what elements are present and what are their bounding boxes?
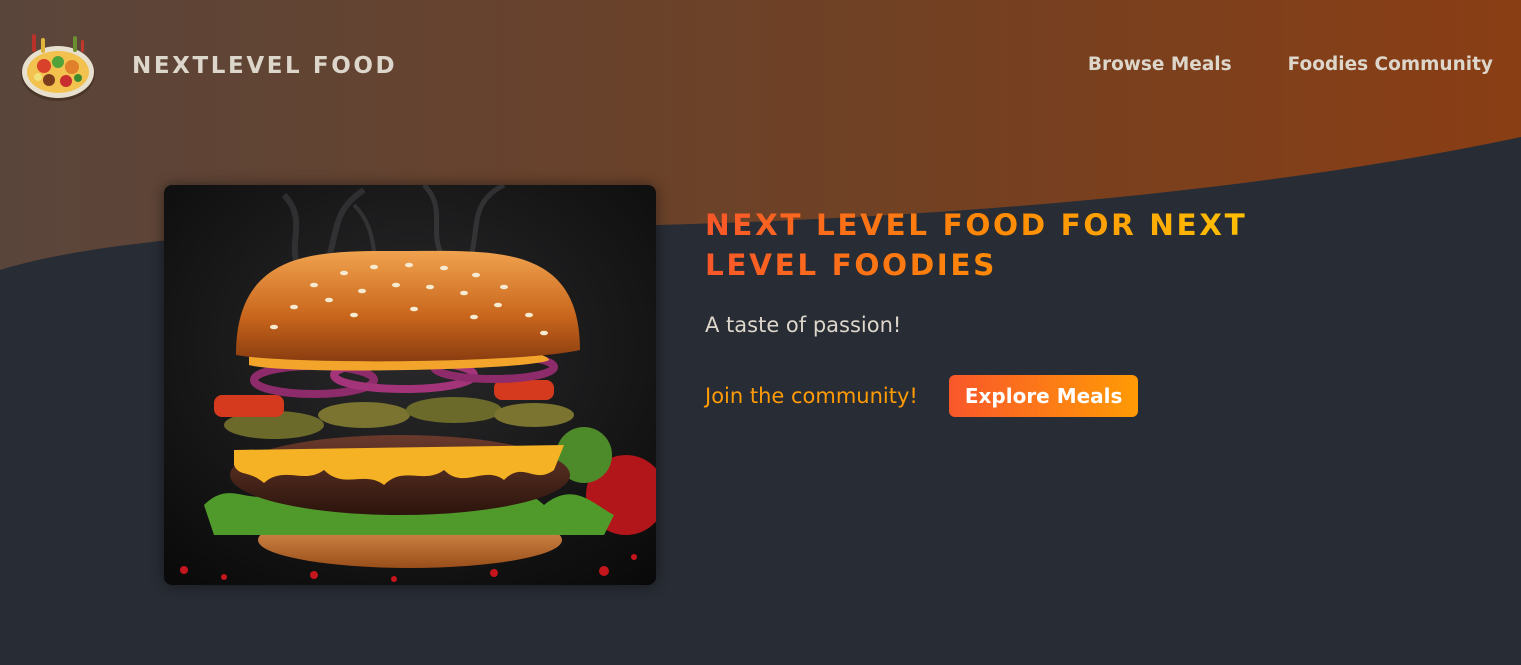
hero-slideshow-image <box>164 185 656 585</box>
burger-photo <box>164 185 656 585</box>
nav-foodies-community[interactable]: Foodies Community <box>1288 54 1493 75</box>
brand-name: NEXTLEVEL FOOD <box>132 53 398 79</box>
hero-cta: Join the community! Explore Meals <box>705 375 1305 417</box>
hero-content: NEXT LEVEL FOOD FOR NEXT LEVEL FOODIES A… <box>705 205 1305 417</box>
join-community-link[interactable]: Join the community! <box>705 384 918 408</box>
site-header: NEXTLEVEL FOOD Browse Meals Foodies Comm… <box>0 0 1521 132</box>
main-nav: Browse Meals Foodies Community <box>1088 54 1493 75</box>
explore-meals-button[interactable]: Explore Meals <box>948 375 1139 417</box>
nav-browse-meals[interactable]: Browse Meals <box>1088 54 1232 75</box>
logo-link[interactable]: NEXTLEVEL FOOD <box>18 28 397 104</box>
hero-subtitle: A taste of passion! <box>705 313 902 337</box>
hero-title: NEXT LEVEL FOOD FOR NEXT LEVEL FOODIES <box>705 205 1285 285</box>
food-platter-icon <box>21 34 95 101</box>
